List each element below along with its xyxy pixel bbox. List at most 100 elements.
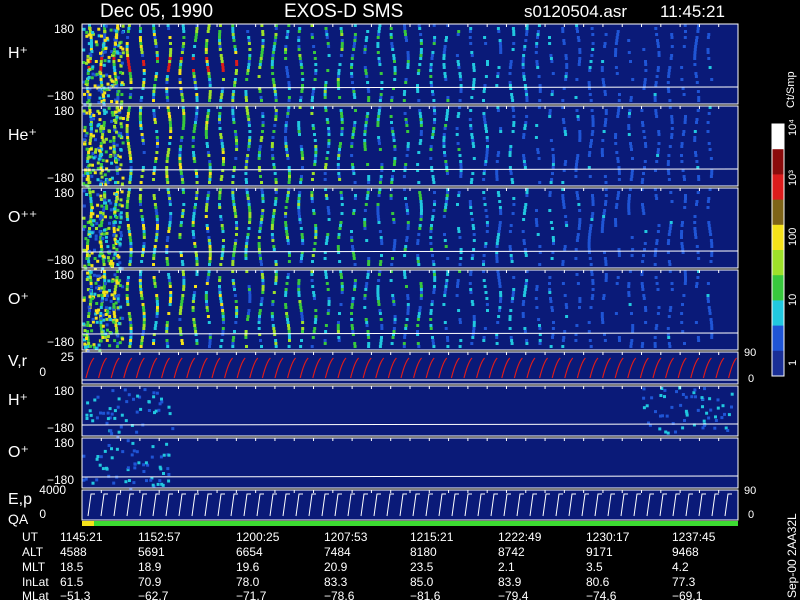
spectro-cell xyxy=(191,300,195,303)
spectro-cell xyxy=(340,112,343,115)
spectro-cell xyxy=(141,330,145,333)
spectro-cell xyxy=(116,172,120,175)
spectro-cell xyxy=(550,227,554,230)
spectro-cell xyxy=(509,172,513,175)
spectro-cell xyxy=(208,181,211,184)
spectro-cell xyxy=(548,194,552,197)
spectro-cell xyxy=(550,178,554,181)
spectro-cell xyxy=(614,224,618,227)
spectro-cell xyxy=(180,178,184,181)
spectro-cell xyxy=(403,27,407,30)
spectro-cell xyxy=(603,42,607,45)
spectro-cell xyxy=(443,151,446,154)
spectro-cell xyxy=(287,260,291,263)
spectro-cell xyxy=(616,197,620,200)
spectro-cell xyxy=(363,306,367,309)
spectro-cell xyxy=(654,248,658,251)
spectro-cell xyxy=(247,285,251,288)
spectro-cell xyxy=(142,78,146,81)
spectro-cell xyxy=(419,203,423,206)
spectro-cell xyxy=(127,145,131,148)
spectro-cell xyxy=(377,57,381,60)
spectro-cell xyxy=(379,342,383,345)
spectro-cell xyxy=(549,345,553,348)
spectro-cell xyxy=(287,178,291,181)
spectro-cell xyxy=(231,345,235,348)
spectro-cell xyxy=(509,309,513,312)
spectro-cell xyxy=(167,191,171,194)
spectro-cell xyxy=(126,303,130,306)
spectro-cell xyxy=(129,93,133,96)
spectro-cell xyxy=(87,155,91,159)
spectro-cell xyxy=(167,66,171,69)
spectro-cell xyxy=(653,263,657,266)
spectro-cell xyxy=(574,96,578,99)
spectro-cell xyxy=(192,236,196,239)
spectro-cell xyxy=(378,148,382,151)
spectro-cell xyxy=(693,57,697,60)
spectro-cell xyxy=(248,139,252,142)
spectro-cell xyxy=(152,194,156,197)
spectro-cell xyxy=(232,203,236,206)
spectro-cell xyxy=(169,291,173,294)
spectro-cell xyxy=(548,288,552,291)
spectro-cell xyxy=(693,63,697,66)
spectro-cell xyxy=(89,279,93,282)
spectro-cell xyxy=(522,75,526,78)
spectro-cell xyxy=(284,124,288,127)
spectro-cell xyxy=(246,233,250,236)
spectro-cell xyxy=(498,221,502,224)
spectro-cell xyxy=(270,148,274,151)
spectro-cell xyxy=(340,130,344,133)
spectro-cell xyxy=(406,294,410,297)
spectro-cell xyxy=(259,224,263,227)
spectro-cell xyxy=(299,63,303,66)
spectro-cell xyxy=(456,279,460,282)
spectro-cell xyxy=(311,178,314,181)
spectro-cell xyxy=(656,45,660,48)
spectro-cell xyxy=(429,63,433,66)
spectro-cell xyxy=(192,294,196,297)
spectro-cell xyxy=(142,312,146,315)
spectro-cell xyxy=(336,163,340,166)
spectro-cell xyxy=(590,139,593,142)
spectro-cell xyxy=(115,36,119,40)
spectro-cell xyxy=(299,309,303,312)
spectro-cell xyxy=(644,142,647,145)
spectro-cell xyxy=(403,336,407,339)
spectro-cell xyxy=(88,163,92,167)
panel-o-plus-1: 180−180O⁺ xyxy=(8,268,739,353)
spectro-cell xyxy=(614,66,618,69)
spectro-cell xyxy=(499,300,502,303)
spectro-cell xyxy=(95,227,98,230)
spectro-cell xyxy=(284,136,287,139)
spectro-cell xyxy=(706,297,710,300)
spectro-cell xyxy=(100,221,104,224)
spectro-cell xyxy=(272,45,276,48)
spectro-cell xyxy=(165,330,169,333)
spectro-cell xyxy=(270,224,274,227)
spectro-cell xyxy=(90,231,94,235)
spectro-cell xyxy=(363,224,367,227)
spectro-cell xyxy=(707,112,711,115)
spectro-cell xyxy=(274,279,278,282)
spectro-cell xyxy=(208,245,212,248)
spectro-cell xyxy=(576,282,580,285)
spectro-cell xyxy=(524,39,528,42)
spectro-cell xyxy=(274,118,278,121)
right-tick-min: 0 xyxy=(748,373,754,385)
spectro-cell xyxy=(140,339,144,342)
spectro-cell xyxy=(300,312,304,315)
spectro-cell xyxy=(338,312,341,315)
spectro-cell xyxy=(562,206,566,209)
spectro-cell xyxy=(643,160,647,163)
spectro-cell xyxy=(208,242,212,245)
spectro-cell xyxy=(604,276,608,279)
spectro-cell xyxy=(299,260,303,263)
spectro-cell xyxy=(235,142,239,145)
spectro-cell xyxy=(168,142,172,145)
spectro-cell xyxy=(710,242,714,245)
spectro-cell xyxy=(218,276,222,279)
spectro-cell xyxy=(220,175,224,178)
table-cell: −71.7 xyxy=(236,589,267,600)
